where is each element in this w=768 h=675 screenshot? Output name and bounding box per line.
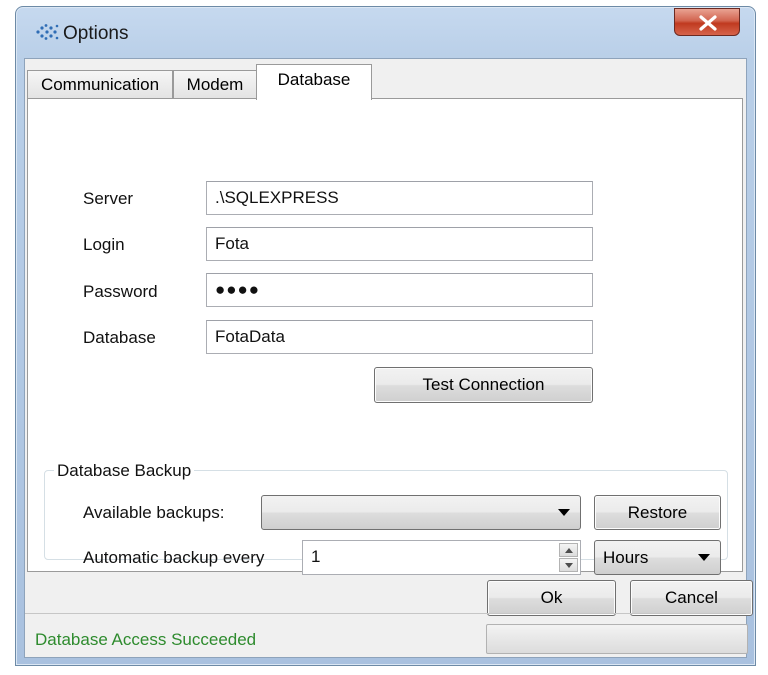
status-bar-divider [25,613,746,614]
database-backup-title: Database Backup [54,461,195,481]
backup-unit-value: Hours [603,548,649,567]
database-input[interactable]: FotaData [206,320,593,354]
password-input[interactable]: ●●●● [206,273,593,307]
chevron-down-icon [698,554,710,561]
password-label: Password [83,282,158,301]
backup-unit-dropdown[interactable]: Hours [594,540,721,575]
progress-bar [486,624,748,654]
options-window: Options Communication Modem Database Ser… [15,6,756,666]
stepper-buttons [559,543,578,572]
chevron-down-icon [558,509,570,516]
restore-button[interactable]: Restore [594,495,721,530]
available-backups-dropdown[interactable] [261,495,581,530]
close-button[interactable] [674,8,740,36]
available-backups-label: Available backups: [83,503,225,522]
title-bar[interactable]: Options [16,7,755,55]
dialog-client-area: Communication Modem Database Server .\SQ… [24,58,753,658]
database-tab-panel: Server .\SQLEXPRESS Login Fota Password … [27,98,743,575]
automatic-backup-label: Automatic backup every [83,548,265,567]
stepper-up-button[interactable] [559,543,578,557]
backup-interval-stepper[interactable]: 1 [302,540,581,575]
tab-strip: Communication Modem Database [25,59,746,100]
cancel-button[interactable]: Cancel [630,580,753,616]
ok-button[interactable]: Ok [487,580,616,616]
tab-database[interactable]: Database [256,64,372,100]
close-icon [699,15,717,31]
login-label: Login [83,235,125,254]
login-input[interactable]: Fota [206,227,593,261]
arrow-down-icon [565,563,573,568]
database-label: Database [83,328,156,347]
status-message: Database Access Succeeded [35,630,257,649]
server-input[interactable]: .\SQLEXPRESS [206,181,593,215]
app-icon [36,24,59,40]
tab-communication[interactable]: Communication [27,70,173,99]
arrow-up-icon [565,548,573,553]
tab-modem[interactable]: Modem [173,70,257,99]
test-connection-button[interactable]: Test Connection [374,367,593,403]
window-title: Options [63,23,129,44]
server-label: Server [83,189,134,208]
backup-interval-value: 1 [311,547,321,566]
stepper-down-button[interactable] [559,558,578,572]
